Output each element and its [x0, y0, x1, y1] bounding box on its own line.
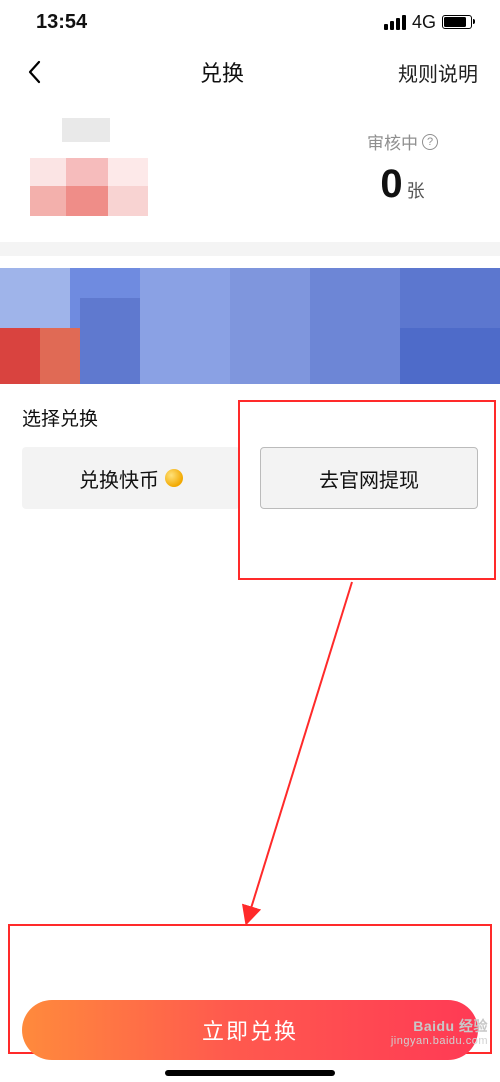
exchange-button-label: 立即兑换 [202, 1014, 298, 1046]
help-icon[interactable]: ? [422, 134, 438, 150]
option-withdraw[interactable]: 去官网提现 [260, 447, 478, 509]
section-divider [0, 242, 500, 256]
home-indicator [165, 1070, 335, 1076]
watermark: Baidu 经验 jingyan.baidu.com [391, 1018, 488, 1048]
promo-banner[interactable] [0, 268, 500, 384]
page-title: 兑换 [200, 56, 244, 88]
option-exchange-coin[interactable]: 兑换快币 [22, 447, 240, 509]
account-info: 审核中 ? 0 张 [0, 100, 500, 242]
rules-link[interactable]: 规则说明 [398, 58, 478, 87]
signal-icon [384, 15, 406, 30]
option-withdraw-label: 去官网提现 [319, 464, 419, 493]
ticket-unit: 张 [407, 177, 425, 203]
status-bar: 13:54 4G [0, 0, 500, 44]
option-coin-label: 兑换快币 [79, 464, 159, 493]
coin-icon [165, 469, 183, 487]
nav-bar: 兑换 规则说明 [0, 44, 500, 100]
status-right: 4G [384, 12, 472, 33]
battery-icon [442, 15, 472, 29]
chevron-left-icon [27, 60, 41, 84]
network-label: 4G [412, 12, 436, 33]
back-button[interactable] [22, 60, 46, 84]
ticket-count: 0 [380, 162, 402, 207]
watermark-url: jingyan.baidu.com [391, 1035, 488, 1048]
audit-status[interactable]: 审核中 ? [367, 129, 438, 154]
avatar-placeholder [22, 118, 182, 218]
audit-label: 审核中 [367, 129, 418, 154]
ticket-count-area: 审核中 ? 0 张 [367, 129, 478, 207]
status-time: 13:54 [36, 11, 87, 34]
select-label: 选择兑换 [0, 384, 500, 447]
exchange-options: 兑换快币 去官网提现 [0, 447, 500, 509]
watermark-brand: Baidu 经验 [391, 1018, 488, 1035]
